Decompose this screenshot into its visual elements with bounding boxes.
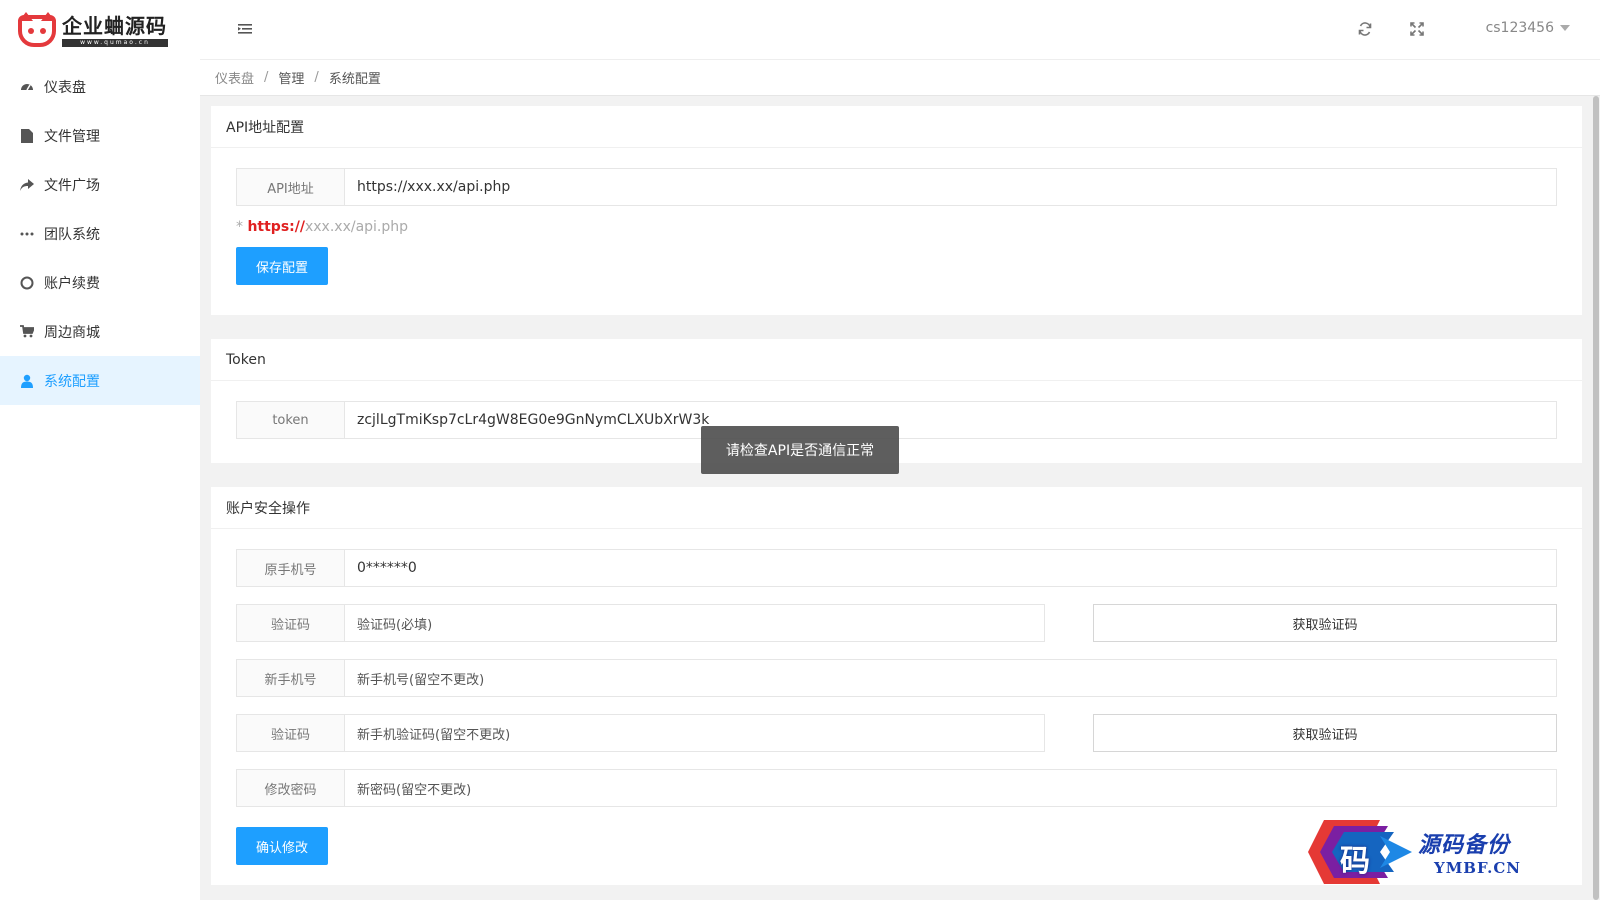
sidebar-item-label: 文件广场 xyxy=(44,177,100,194)
circle-icon xyxy=(20,276,34,290)
api-url-input[interactable]: https://xxx.xx/api.php xyxy=(345,168,1557,206)
sidebar-item-label: 系统配置 xyxy=(44,373,100,390)
breadcrumb-item-dashboard[interactable]: 仪表盘 xyxy=(215,68,254,87)
ellipsis-icon xyxy=(20,227,34,241)
watermark-char: 码 xyxy=(1340,844,1370,879)
save-config-button[interactable]: 保存配置 xyxy=(236,247,328,285)
verify-code-input[interactable]: 验证码(必填) xyxy=(345,604,1045,642)
username: cs123456 xyxy=(1485,20,1554,36)
watermark-cn: 源码备份 xyxy=(1418,832,1511,858)
sidebar-item-label: 团队系统 xyxy=(44,226,100,243)
new-code-input[interactable]: 新手机验证码(留空不更改) xyxy=(345,714,1045,752)
breadcrumb-separator: / xyxy=(264,70,269,85)
user-menu[interactable]: cs123456 xyxy=(1486,20,1570,36)
api-url-label: API地址 xyxy=(236,168,345,206)
api-config-card: API地址配置 API地址 https://xxx.xx/api.php * h… xyxy=(211,106,1582,315)
share-icon xyxy=(20,178,34,192)
logo-name: 企业蛐源码 xyxy=(62,14,167,38)
fullscreen-icon[interactable] xyxy=(1408,20,1426,38)
cat-logo-icon xyxy=(18,12,56,47)
watermark: 码 源码备份 YMBF.CN xyxy=(1294,812,1574,892)
sidebar-item-dashboard[interactable]: 仪表盘 xyxy=(0,62,200,111)
breadcrumb-item-current: 系统配置 xyxy=(328,72,381,87)
sidebar-item-team[interactable]: 团队系统 xyxy=(0,209,200,258)
cart-icon xyxy=(20,325,34,339)
confirm-modify-button[interactable]: 确认修改 xyxy=(236,827,328,865)
old-phone-label: 原手机号 xyxy=(236,549,345,587)
breadcrumb: 仪表盘 / 管理 / 系统配置 xyxy=(200,60,1600,96)
scrollbar[interactable] xyxy=(1592,96,1600,900)
card-title: API地址配置 xyxy=(211,106,1582,148)
old-phone-field[interactable]: 0******0 xyxy=(345,549,1557,587)
user-icon xyxy=(20,374,34,388)
refresh-icon[interactable] xyxy=(1356,20,1374,38)
password-input[interactable]: 新密码(留空不更改) xyxy=(345,769,1557,807)
breadcrumb-item-manage[interactable]: 管理 xyxy=(278,68,304,87)
sidebar-item-label: 账户续费 xyxy=(44,275,100,292)
card-title: 账户安全操作 xyxy=(211,487,1582,529)
card-title: Token xyxy=(211,339,1582,381)
main-content: API地址配置 API地址 https://xxx.xx/api.php * h… xyxy=(211,106,1582,900)
watermark-logo-icon: 码 xyxy=(1294,816,1414,888)
sidebar-item-system-config[interactable]: 系统配置 xyxy=(0,356,200,405)
new-phone-input[interactable]: 新手机号(留空不更改) xyxy=(345,659,1557,697)
api-url-hint: * https://xxx.xx/api.php xyxy=(236,219,409,235)
get-new-code-button[interactable]: 获取验证码 xyxy=(1093,714,1557,752)
sidebar-item-label: 周边商城 xyxy=(44,324,100,341)
breadcrumb-separator: / xyxy=(314,70,319,85)
file-icon xyxy=(20,128,34,143)
verify-code-label: 验证码 xyxy=(236,604,345,642)
toast-message: 请检查API是否通信正常 xyxy=(701,426,899,474)
menu-toggle-icon[interactable] xyxy=(238,22,254,36)
top-header: cs123456 xyxy=(200,0,1600,60)
sidebar-item-file-square[interactable]: 文件广场 xyxy=(0,160,200,209)
sidebar-item-label: 文件管理 xyxy=(44,128,100,145)
sidebar: 企业蛐源码 www.qumao.cn 仪表盘 文件管理 文件广场 团队系统 账户… xyxy=(0,0,200,900)
caret-down-icon xyxy=(1560,25,1570,31)
password-label: 修改密码 xyxy=(236,769,345,807)
watermark-en: YMBF.CN xyxy=(1434,859,1522,877)
sidebar-item-renew[interactable]: 账户续费 xyxy=(0,258,200,307)
new-code-label: 验证码 xyxy=(236,714,345,752)
get-code-button[interactable]: 获取验证码 xyxy=(1093,604,1557,642)
new-phone-label: 新手机号 xyxy=(236,659,345,697)
token-label: token xyxy=(236,401,345,439)
sidebar-item-label: 仪表盘 xyxy=(44,79,86,96)
logo[interactable]: 企业蛐源码 www.qumao.cn xyxy=(0,0,200,62)
sidebar-item-file-manage[interactable]: 文件管理 xyxy=(0,111,200,160)
sidebar-item-shop[interactable]: 周边商城 xyxy=(0,307,200,356)
token-input[interactable]: zcjlLgTmiKsp7cLr4gW8EG0e9GnNymCLXUbXrW3k xyxy=(345,401,1557,439)
dashboard-icon xyxy=(20,80,34,94)
sidebar-nav: 仪表盘 文件管理 文件广场 团队系统 账户续费 周边商城 系统配置 xyxy=(0,62,200,405)
logo-url: www.qumao.cn xyxy=(62,39,168,47)
scrollbar-thumb[interactable] xyxy=(1593,96,1599,900)
